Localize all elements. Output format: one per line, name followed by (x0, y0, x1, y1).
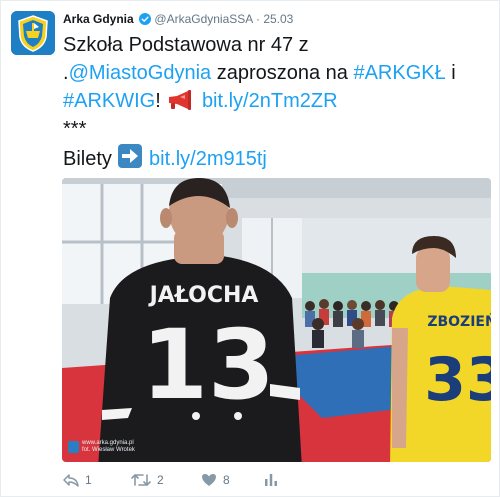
hashtag-link-arkwig[interactable]: #ARKWIG (63, 90, 155, 112)
analytics-icon (265, 474, 277, 486)
tweet-line-5: Bilety bit.ly/2m915tj (63, 143, 493, 173)
text-segment: ! (155, 90, 167, 112)
reply-count: 1 (85, 473, 92, 487)
tweet-date[interactable]: 25.03 (263, 12, 293, 26)
hashtag-link-arkgkl[interactable]: #ARKGKŁ (353, 62, 445, 84)
tweet-card[interactable]: Arka Gdynia @ArkaGdyniaSSA · 25.03 Szkoł… (0, 0, 500, 497)
mention-link[interactable]: @MiastoGdynia (69, 62, 212, 84)
tweet-header: Arka Gdynia @ArkaGdyniaSSA · 25.03 (63, 11, 293, 27)
tweet-photo[interactable]: JAŁOCHA 13 ZBOZIEŃ 33 www.arka.gdynia.pl… (62, 178, 491, 462)
verified-badge-icon (139, 13, 152, 25)
tweet-actions: 1 2 8 (63, 471, 443, 489)
retweet-count: 2 (157, 473, 164, 487)
like-button[interactable]: 8 (201, 471, 230, 489)
retweet-button[interactable]: 2 (131, 471, 164, 489)
tweet-line-4: *** (63, 115, 493, 143)
jersey2-number: 33 (424, 345, 491, 415)
arka-watermark-icon (68, 441, 79, 453)
tweet-link-2[interactable]: bit.ly/2m915tj (149, 148, 267, 170)
right-arrow-icon (118, 144, 143, 168)
retweet-icon (131, 474, 151, 486)
megaphone-icon (169, 90, 192, 110)
analytics-button[interactable] (263, 471, 279, 489)
tweet-link-1[interactable]: bit.ly/2nTm2ZR (202, 90, 338, 112)
author-handle[interactable]: @ArkaGdyniaSSA (154, 12, 252, 26)
reply-button[interactable]: 1 (63, 471, 92, 489)
photo-scene: JAŁOCHA 13 ZBOZIEŃ 33 (62, 178, 491, 462)
text-segment: Szkoła Podstawowa nr 47 z (63, 34, 309, 56)
photo-watermark: www.arka.gdynia.pl fot. Wiesław Wrotek (68, 440, 135, 454)
tweet-text: Szkoła Podstawowa nr 47 z .@MiastoGdynia… (63, 31, 493, 173)
text-segment: zaproszona na (211, 62, 354, 84)
arka-logo-icon (11, 11, 55, 55)
heart-icon (202, 474, 216, 486)
jersey-name: JAŁOCHA (148, 283, 259, 308)
tweet-line-2: .@MiastoGdynia zaproszona na #ARKGKŁ i (63, 59, 493, 87)
author-name[interactable]: Arka Gdynia (63, 12, 134, 26)
avatar[interactable] (11, 11, 55, 55)
tweet-line-3: #ARKWIG! bit.ly/2nTm2ZR (63, 87, 493, 115)
reply-icon (63, 474, 79, 487)
like-count: 8 (223, 473, 230, 487)
jersey2-name: ZBOZIEŃ (427, 312, 491, 330)
jersey-number: 13 (141, 309, 275, 421)
header-separator: · (255, 12, 260, 26)
text-segment: Bilety (63, 148, 118, 170)
tweet-line-1: Szkoła Podstawowa nr 47 z (63, 31, 493, 59)
text-segment: i (445, 62, 456, 84)
text-segment: *** (63, 118, 87, 140)
